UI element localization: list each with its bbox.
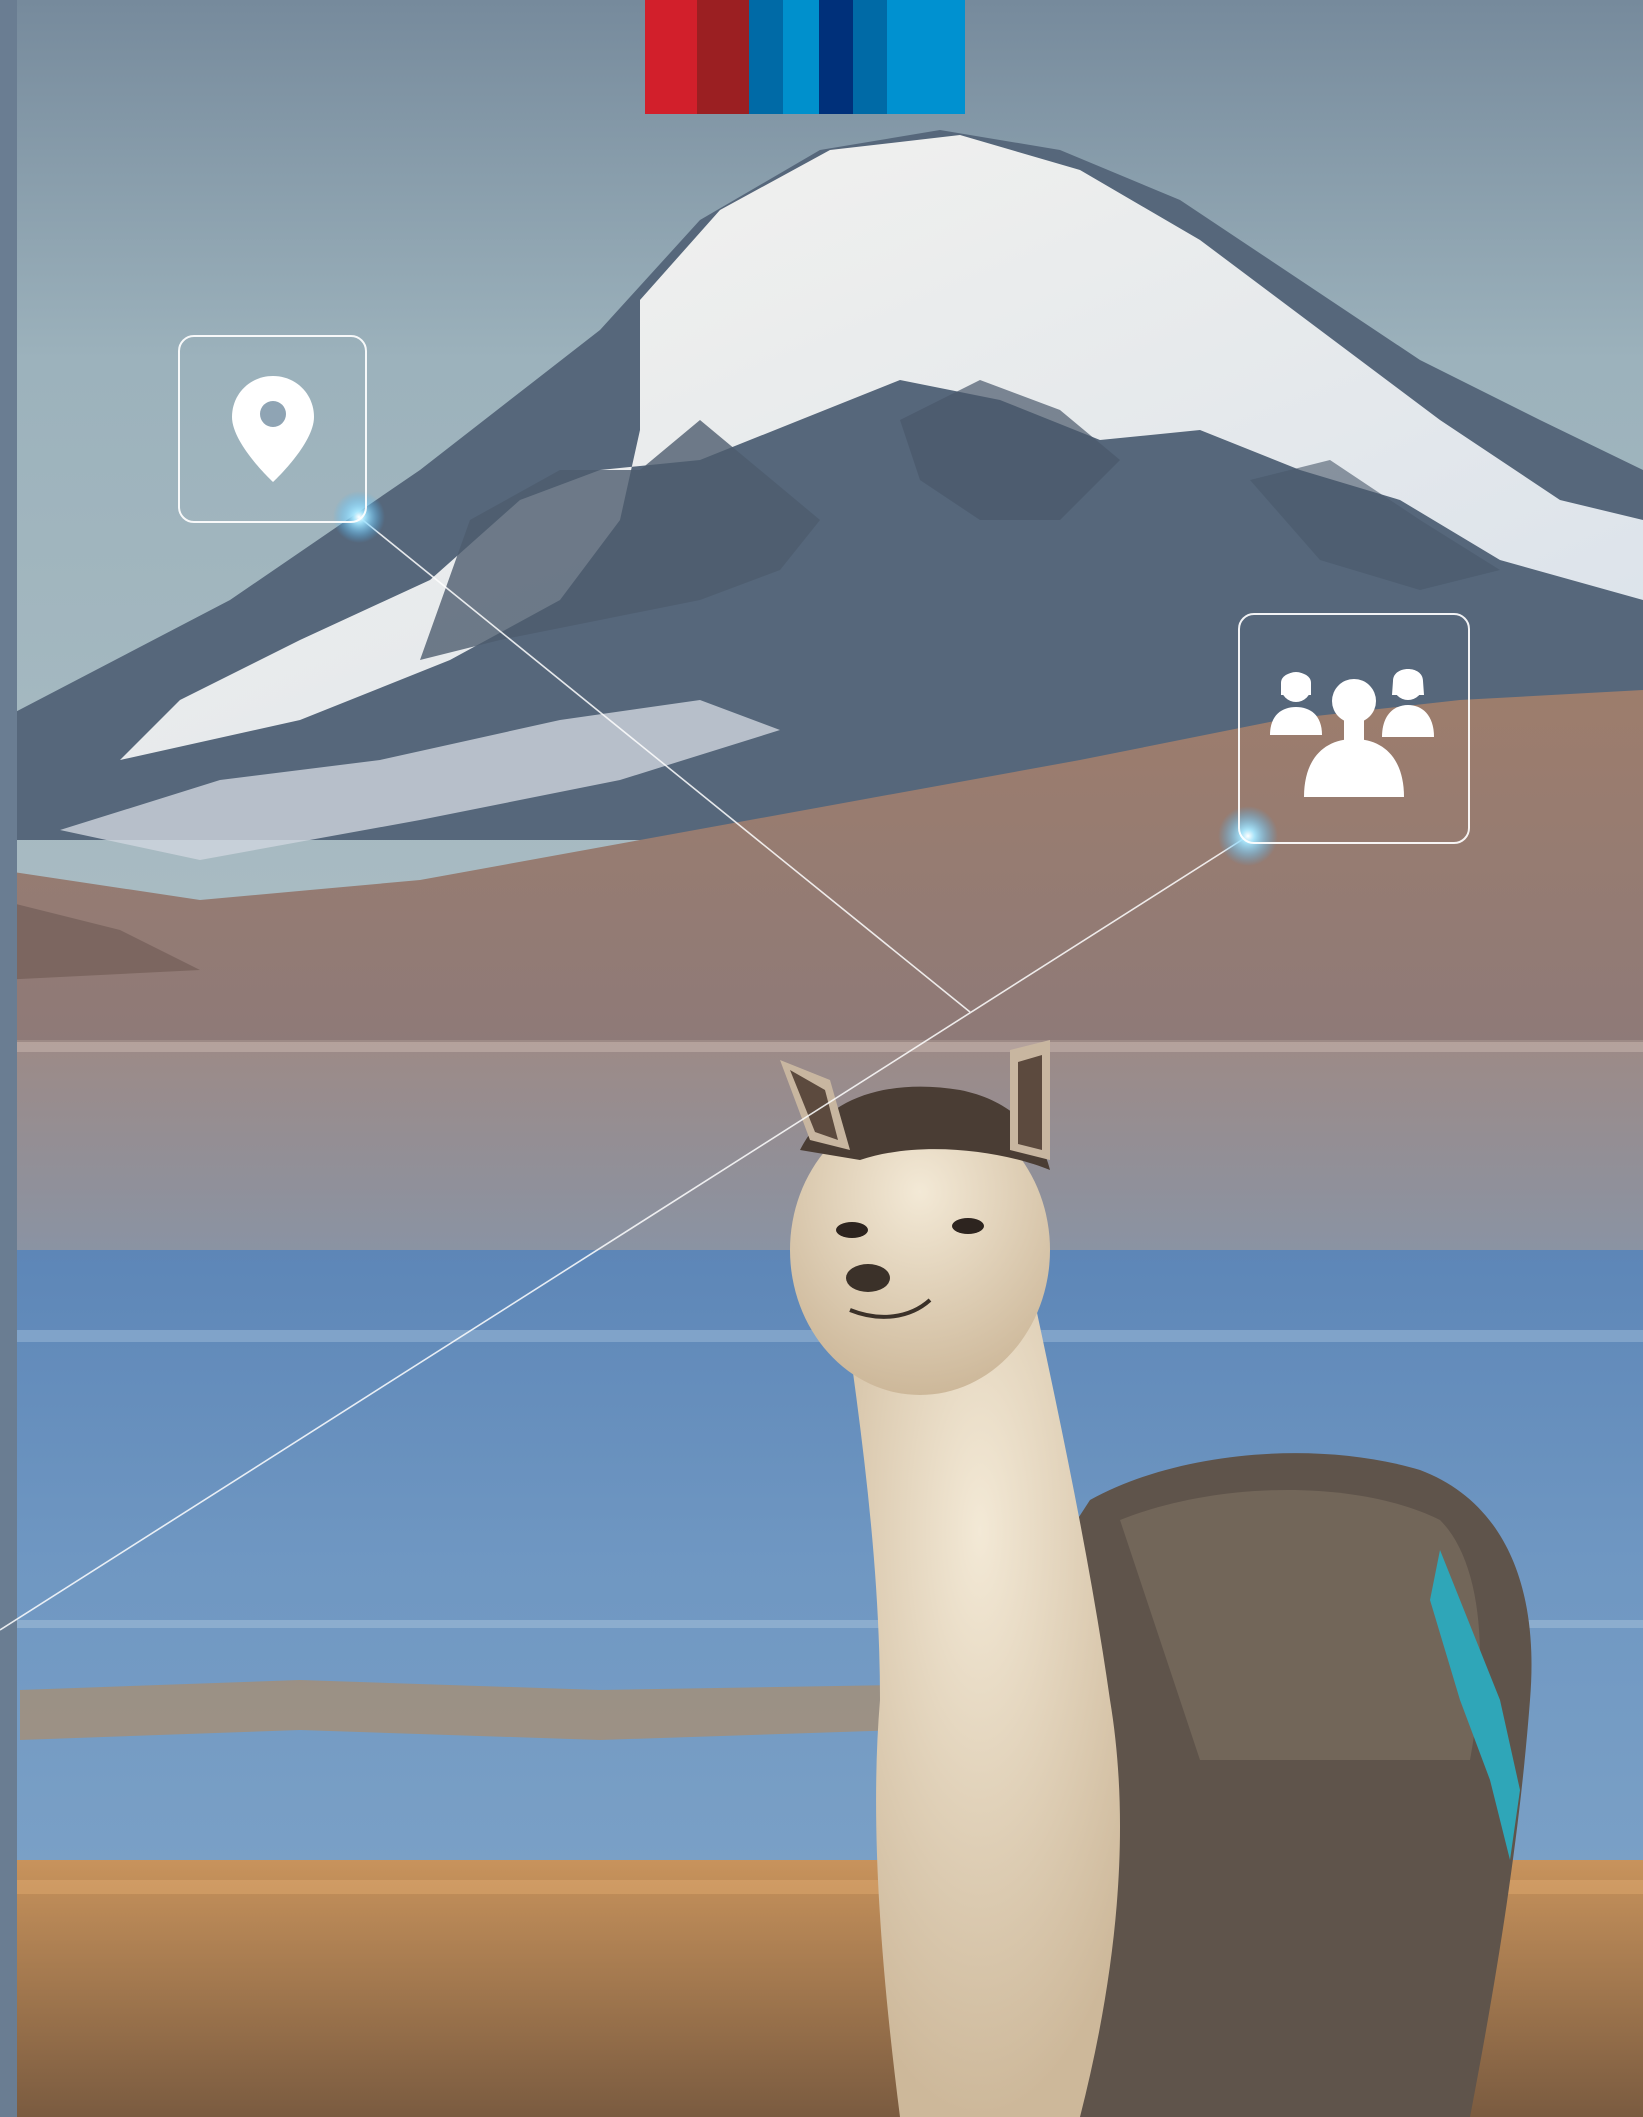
connector-line-location — [358, 516, 971, 1013]
group-people-icon — [1270, 668, 1434, 797]
people-callout — [1238, 613, 1470, 844]
map-pin-icon — [231, 376, 314, 482]
location-callout — [178, 335, 367, 523]
connector-line-people — [0, 835, 1249, 1631]
connector-lines — [0, 491, 1278, 1631]
